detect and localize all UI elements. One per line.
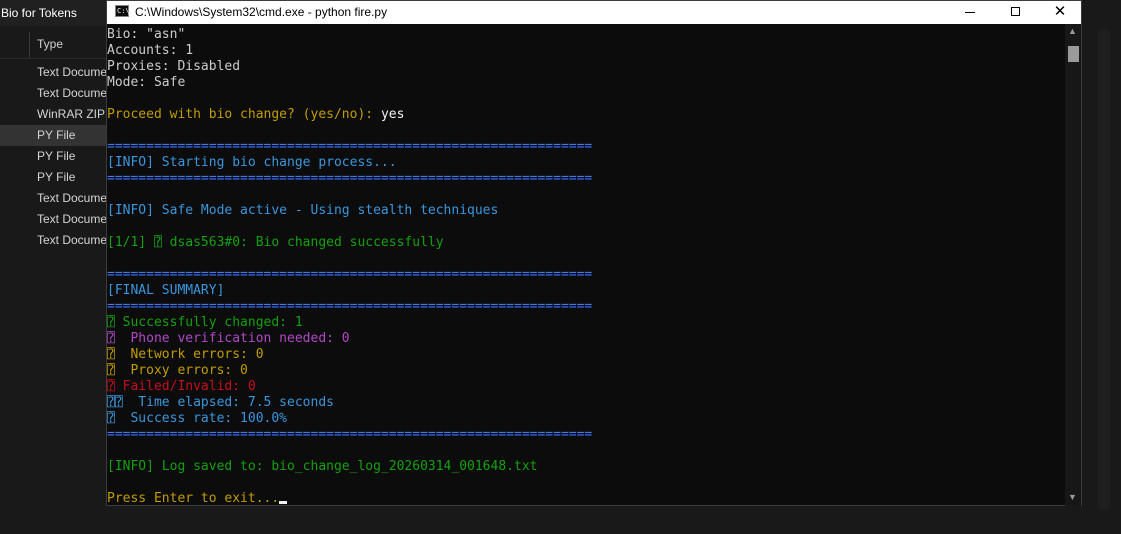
explorer-scrollbar[interactable] xyxy=(1098,30,1110,510)
minimize-icon xyxy=(965,12,975,13)
file-row[interactable]: PY File xyxy=(0,146,106,167)
column-divider[interactable] xyxy=(29,32,30,58)
proxy-errors-line: ⍰ Proxy errors: 0 xyxy=(107,363,248,378)
log-saved-line: [INFO] Log saved to: bio_change_log_2026… xyxy=(107,459,538,474)
safe-mode-line: [INFO] Safe Mode active - Using stealth … xyxy=(107,203,499,218)
minimize-button[interactable] xyxy=(947,1,993,24)
cmd-icon: C:\ xyxy=(115,5,130,17)
bio-line: Bio: "asn" xyxy=(107,27,186,42)
file-row-selected[interactable]: PY File xyxy=(0,125,106,146)
separator-line: ========================================… xyxy=(107,427,593,442)
explorer-title: g Bio for Tokens xyxy=(0,6,77,20)
proxies-line: Proxies: Disabled xyxy=(107,59,241,74)
explorer-column-header[interactable]: Type xyxy=(0,30,106,59)
exit-prompt: Press Enter to exit... xyxy=(107,491,280,506)
console-scrollbar[interactable]: ▲ ▼ xyxy=(1065,24,1081,506)
accounts-line: Accounts: 1 xyxy=(107,43,194,58)
file-type: Text Document xyxy=(37,233,106,247)
file-type: Text Document xyxy=(37,212,106,226)
window-title: C:\Windows\System32\cmd.exe - python fir… xyxy=(135,5,388,19)
cmd-window: C:\ C:\Windows\System32\cmd.exe - python… xyxy=(106,0,1082,506)
exit-line: Press Enter to exit... xyxy=(107,491,288,506)
maximize-icon xyxy=(1011,7,1020,16)
file-type: Text Document xyxy=(37,65,106,79)
close-button[interactable]: ✕ xyxy=(1037,1,1083,24)
success-rate-line: ⍰ Success rate: 100.0% xyxy=(107,411,288,426)
file-row[interactable]: Text Document xyxy=(0,62,106,83)
file-row[interactable]: WinRAR ZIP archive xyxy=(0,104,106,125)
file-type: WinRAR ZIP archive xyxy=(37,107,106,121)
network-errors-line: ⍰ Network errors: 0 xyxy=(107,347,264,362)
separator-line: ========================================… xyxy=(107,299,593,314)
separator-line: ========================================… xyxy=(107,267,593,282)
file-type: Text Document xyxy=(37,86,106,100)
phone-verification-line: ⍰ Phone verification needed: 0 xyxy=(107,331,350,346)
file-row[interactable]: Text Document xyxy=(0,209,106,230)
scroll-thumb[interactable] xyxy=(1068,46,1079,62)
maximize-button[interactable] xyxy=(993,1,1039,24)
final-summary-line: [FINAL SUMMARY] xyxy=(107,283,225,298)
file-row[interactable]: Text Document xyxy=(0,188,106,209)
scroll-up-arrow-icon[interactable]: ▲ xyxy=(1068,26,1077,36)
type-column-header[interactable]: Type xyxy=(37,37,63,51)
proceed-line: Proceed with bio change? (yes/no): yes xyxy=(107,107,404,123)
proceed-prompt: Proceed with bio change? (yes/no): xyxy=(107,107,381,122)
cmd-title-bar[interactable]: C:\ C:\Windows\System32\cmd.exe - python… xyxy=(107,1,1081,24)
starting-line: [INFO] Starting bio change process... xyxy=(107,155,397,170)
mode-line: Mode: Safe xyxy=(107,75,186,90)
file-row[interactable]: PY File xyxy=(0,167,106,188)
separator-line: ========================================… xyxy=(107,139,593,154)
scroll-down-arrow-icon[interactable]: ▼ xyxy=(1068,492,1077,502)
explorer-title-bar: g Bio for Tokens xyxy=(0,0,106,26)
separator-line: ========================================… xyxy=(107,171,593,186)
file-type: PY File xyxy=(37,128,76,142)
file-row[interactable]: Text Document xyxy=(0,83,106,104)
file-row[interactable]: Text Document xyxy=(0,230,106,251)
file-list: Text Document Text Document WinRAR ZIP a… xyxy=(0,62,106,251)
failed-line: ⍰ Failed/Invalid: 0 xyxy=(107,379,256,394)
console-output[interactable]: Bio: "asn" Accounts: 1 Proxies: Disabled… xyxy=(107,24,1065,506)
file-type: PY File xyxy=(37,170,76,184)
file-type: PY File xyxy=(37,149,76,163)
result-line: [1/1] ⍰ dsas563#0: Bio changed successfu… xyxy=(107,235,444,250)
text-cursor xyxy=(279,501,288,504)
file-type: Text Document xyxy=(37,191,106,205)
success-count-line: ⍰ Successfully changed: 1 xyxy=(107,315,303,330)
time-elapsed-line: ⍰⍰ Time elapsed: 7.5 seconds xyxy=(107,395,334,410)
close-icon: ✕ xyxy=(1053,3,1067,20)
proceed-answer: yes xyxy=(380,107,405,122)
